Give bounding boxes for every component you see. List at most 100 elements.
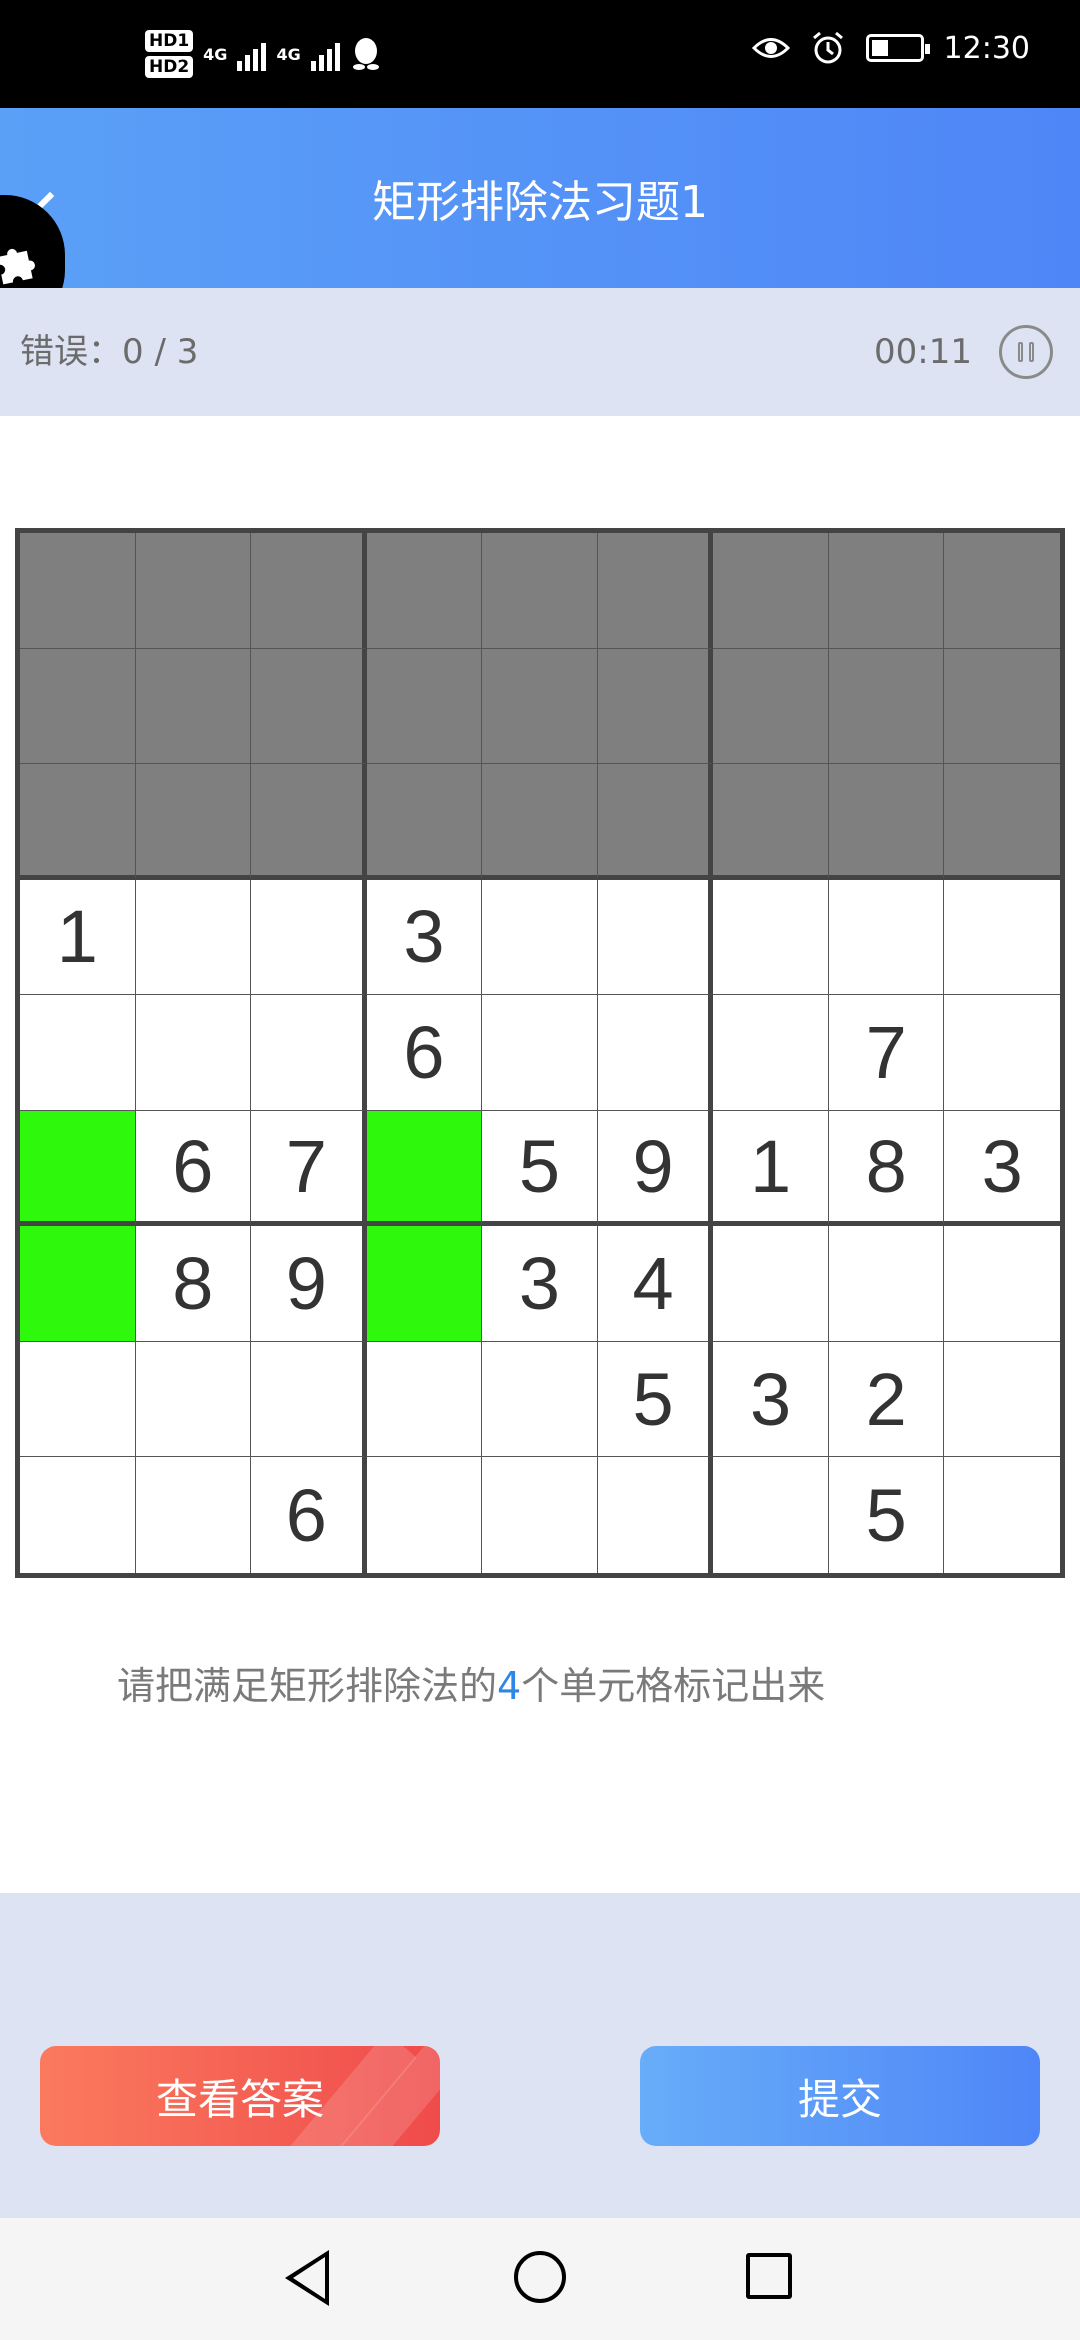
board-cell-r5c2[interactable] [135,995,252,1111]
board-cell-r5c4[interactable]: 6 [366,995,483,1111]
board-cell-r1c3[interactable] [251,533,367,649]
signal-icon-2 [310,37,340,71]
board-cell-r2c9[interactable] [944,648,1060,765]
board-cell-r2c8[interactable] [828,648,945,765]
board-cell-r6c7[interactable]: 1 [713,1110,829,1227]
board-cell-r4c8[interactable] [828,879,945,996]
board-cell-r7c8[interactable] [828,1226,945,1342]
board-cell-r4c3[interactable] [251,879,367,996]
board-cell-r4c9[interactable] [944,880,1060,996]
board-cell-r3c6[interactable] [597,764,714,880]
instruction-before: 请把满足矩形排除法的 [117,1664,498,1708]
board-cell-r8c2[interactable] [135,1341,252,1458]
board-cell-r7c4[interactable] [366,1226,483,1342]
board-cell-r5c1[interactable] [20,995,136,1111]
status-left: HD1 HD2 4G 4G [145,30,382,78]
board-cell-r5c3[interactable] [251,995,367,1111]
board-cell-r2c6[interactable] [597,648,714,765]
board-cell-r9c6[interactable] [598,1457,714,1573]
board-cell-r6c4[interactable] [366,1110,483,1227]
board-cell-r2c7[interactable] [713,648,829,765]
board-cell-r1c2[interactable] [135,533,252,649]
board-cell-r9c9[interactable] [944,1457,1060,1573]
board-cell-r9c4[interactable] [367,1457,483,1573]
board-cell-r7c6[interactable]: 4 [597,1226,714,1342]
board-cell-r4c4[interactable]: 3 [366,879,483,996]
info-bar: 错误：0 / 3 00:11 [0,288,1080,416]
board-cell-r1c8[interactable] [828,533,945,649]
app-header: 矩形排除法习题1 [0,108,1080,288]
board-cell-r5c9[interactable] [944,995,1060,1111]
board-cell-r5c5[interactable] [482,995,598,1111]
board-cell-r4c6[interactable] [597,879,714,996]
board-cell-r1c7[interactable] [713,533,829,649]
board-cell-r3c2[interactable] [135,764,252,880]
board-cell-r2c5[interactable] [482,648,598,765]
board-cell-r9c5[interactable] [482,1457,598,1573]
qq-icon [352,38,379,70]
board-cell-r7c1[interactable] [20,1226,136,1342]
pause-bar-right [1029,342,1034,362]
board-cell-r8c3[interactable] [251,1341,367,1458]
instruction-count: 4 [497,1664,522,1708]
board-cell-r4c1[interactable]: 1 [20,879,136,996]
submit-button[interactable]: 提交 [640,2046,1040,2146]
nav-home-icon[interactable] [514,2251,566,2303]
board-cell-r7c9[interactable] [944,1226,1060,1342]
board-cell-r3c4[interactable] [366,764,483,880]
nav-back-icon[interactable] [285,2250,329,2306]
board-cell-r8c9[interactable] [944,1342,1060,1458]
board-cell-r8c5[interactable] [482,1341,598,1458]
board-cell-r3c7[interactable] [713,764,829,880]
system-nav-bar [0,2218,1080,2340]
board-cell-r1c5[interactable] [482,533,598,649]
board-cell-r2c2[interactable] [135,648,252,765]
board-cell-r8c6[interactable]: 5 [597,1341,714,1458]
board-cell-r2c1[interactable] [20,648,136,765]
page-title: 矩形排除法习题1 [372,177,708,228]
board-cell-r9c3[interactable]: 6 [251,1457,367,1573]
board-cell-r6c2[interactable]: 6 [135,1110,252,1227]
board-cell-r6c8[interactable]: 8 [828,1110,945,1227]
board-cell-r8c7[interactable]: 3 [713,1341,829,1458]
pause-button[interactable] [999,325,1053,379]
board-cell-r8c4[interactable] [366,1341,483,1458]
board-cell-r3c3[interactable] [251,764,367,880]
board-cell-r5c6[interactable] [597,995,714,1111]
board-cell-r6c6[interactable]: 9 [597,1110,714,1227]
board-cell-r9c1[interactable] [20,1457,136,1573]
board-cell-r3c9[interactable] [944,764,1060,880]
signal-icon [237,37,267,71]
board-cell-r2c4[interactable] [366,648,483,765]
board-cell-r7c2[interactable]: 8 [135,1226,252,1342]
board-cell-r7c5[interactable]: 3 [482,1226,598,1342]
board-cell-r6c3[interactable]: 7 [251,1110,367,1227]
board-cell-r7c7[interactable] [713,1226,829,1342]
board-cell-r9c7[interactable] [713,1457,829,1573]
board-cell-r1c6[interactable] [597,533,714,649]
board-cell-r6c5[interactable]: 5 [482,1110,598,1227]
board-cell-r6c9[interactable]: 3 [944,1111,1060,1227]
board-cell-r4c2[interactable] [135,879,252,996]
board-cell-r1c1[interactable] [20,533,136,649]
board-cell-r1c9[interactable] [944,533,1060,649]
board-cell-r9c8[interactable]: 5 [829,1457,945,1573]
board-cell-r8c1[interactable] [20,1341,136,1458]
board-cell-r4c7[interactable] [713,879,829,996]
board-cell-r3c5[interactable] [482,764,598,880]
view-answer-button[interactable]: 查看答案 [40,2046,440,2146]
board-cell-r3c8[interactable] [828,764,945,880]
board-cell-r9c2[interactable] [136,1457,252,1573]
timer: 00:11 [874,332,972,372]
board-cell-r1c4[interactable] [366,533,483,649]
board-cell-r7c3[interactable]: 9 [251,1226,367,1342]
board-cell-r3c1[interactable] [20,764,136,880]
board-cell-r6c1[interactable] [20,1110,136,1227]
board-cell-r5c7[interactable] [713,995,829,1111]
network-type-2: 4G [276,44,301,64]
nav-recents-icon[interactable] [746,2253,792,2299]
board-cell-r8c8[interactable]: 2 [828,1341,945,1458]
board-cell-r5c8[interactable]: 7 [828,995,945,1111]
board-cell-r4c5[interactable] [482,879,598,996]
board-cell-r2c3[interactable] [251,648,367,765]
